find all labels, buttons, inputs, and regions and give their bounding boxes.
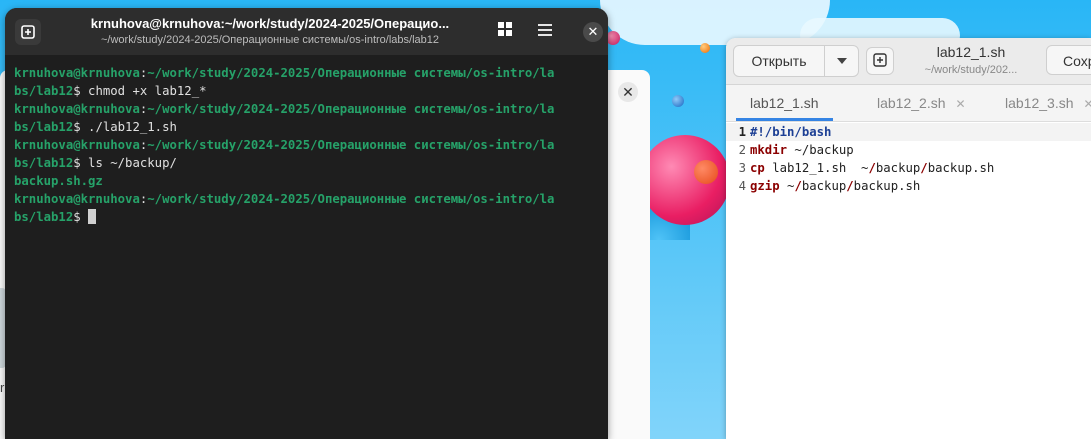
grid-icon[interactable] (493, 21, 517, 43)
open-button[interactable]: Открыть (733, 45, 859, 77)
tab-lab12-1-sh[interactable]: lab12_1.sh (736, 85, 832, 121)
code-token: #!/bin/bash (750, 125, 832, 139)
line-number: 1 (738, 125, 746, 139)
code-token: mkdir (750, 143, 788, 157)
tab-label: lab12_1.sh (750, 95, 819, 111)
terminal-line: bs/lab12$ (14, 208, 602, 226)
code-token: backup.sh (927, 161, 995, 175)
prompt-path: ~/work/study/2024-2025/Операционные сист… (147, 192, 555, 206)
close-icon[interactable]: ✕ (583, 22, 603, 42)
tab-label: lab12_3.sh (1005, 95, 1074, 111)
command-output: backup.sh.gz (14, 174, 103, 188)
wallpaper-balloon (672, 95, 684, 107)
terminal-header-bar: krnuhova@krnuhova:~/work/study/2024-2025… (5, 8, 608, 55)
open-button-label[interactable]: Открыть (734, 46, 825, 76)
code-token: ~/backup (787, 143, 854, 157)
terminal-line: krnuhova@krnuhova:~/work/study/2024-2025… (14, 64, 602, 82)
code-token: ~ (779, 179, 795, 193)
new-document-icon[interactable] (866, 47, 894, 75)
editor-tab-bar: lab12_1.sh lab12_2.sh ✕ lab12_3.sh ✕ (726, 85, 1091, 122)
text-editor-window[interactable]: Открыть lab12_1.sh ~/work/study/202... С… (726, 38, 1091, 439)
command-text: $ ls ~/backup/ (73, 156, 177, 170)
new-tab-icon[interactable] (15, 19, 41, 45)
code-token: gzip (750, 179, 780, 193)
terminal-line: krnuhova@krnuhova:~/work/study/2024-2025… (14, 100, 602, 118)
prompt-user-host: krnuhova@krnuhova (14, 192, 140, 206)
prompt-path: ~/work/study/2024-2025/Операционные сист… (147, 138, 555, 152)
chevron-down-icon[interactable] (825, 46, 858, 76)
prompt-user-host: krnuhova@krnuhova (14, 66, 140, 80)
prompt-path: bs/lab12 (14, 156, 74, 170)
editor-subtitle: ~/work/study/202... (924, 64, 1018, 76)
line-number: 3 (738, 161, 746, 175)
terminal-window[interactable]: krnuhova@krnuhova:~/work/study/2024-2025… (5, 8, 608, 439)
prompt-path: bs/lab12 (14, 84, 74, 98)
line-number-gutter: 1 2 3 4 (726, 123, 746, 195)
line-number: 4 (738, 179, 746, 193)
background-window-text: r (0, 380, 5, 395)
code-line[interactable]: mkdir ~/backup (750, 141, 994, 159)
source-text[interactable]: #!/bin/bash mkdir ~/backup cp lab12_1.sh ~… (750, 123, 994, 195)
tab-lab12-2-sh[interactable]: lab12_2.sh ✕ (877, 85, 966, 121)
terminal-line: backup.sh.gz (14, 172, 602, 190)
wallpaper-balloon (694, 160, 718, 184)
command-text: $ ./lab12_1.sh (73, 120, 177, 134)
command-text: $ chmod +x lab12_* (73, 84, 207, 98)
code-line[interactable]: cp lab12_1.sh ~/backup/backup.sh (750, 159, 994, 177)
terminal-subtitle: ~/work/study/2024-2025/Операционные сист… (100, 34, 439, 46)
code-token: backup.sh (853, 179, 921, 193)
terminal-cursor (88, 209, 97, 224)
command-text: $ (73, 210, 89, 224)
code-token: cp (750, 161, 765, 175)
prompt-path: bs/lab12 (14, 120, 74, 134)
terminal-line: krnuhova@krnuhova:~/work/study/2024-2025… (14, 136, 602, 154)
wallpaper-balloon (700, 43, 710, 53)
tab-label: lab12_2.sh (877, 95, 946, 111)
prompt-path: ~/work/study/2024-2025/Операционные сист… (147, 102, 555, 116)
code-line[interactable]: #!/bin/bash (750, 123, 994, 141)
line-number: 2 (738, 143, 746, 157)
code-token: / (846, 179, 854, 193)
code-token: / (868, 161, 876, 175)
close-icon[interactable]: ✕ (618, 82, 638, 102)
tab-lab12-3-sh[interactable]: lab12_3.sh ✕ (1005, 85, 1091, 121)
prompt-path: ~/work/study/2024-2025/Операционные сист… (147, 66, 555, 80)
code-line[interactable]: gzip ~/backup/backup.sh (750, 177, 994, 195)
code-token: / (920, 161, 928, 175)
code-token: / (794, 179, 802, 193)
terminal-line: bs/lab12$ ls ~/backup/ (14, 154, 602, 172)
code-token: backup (801, 179, 847, 193)
wallpaper-balloon (640, 135, 730, 225)
terminal-line: bs/lab12$ chmod +x lab12_* (14, 82, 602, 100)
editor-title: lab12_1.sh (936, 44, 1006, 60)
code-token: lab12_1.sh ~ (764, 161, 869, 175)
close-tab-icon[interactable]: ✕ (956, 97, 966, 111)
terminal-output[interactable]: krnuhova@krnuhova:~/work/study/2024-2025… (14, 64, 602, 226)
hamburger-menu-icon[interactable] (533, 21, 557, 43)
code-token: backup (875, 161, 921, 175)
terminal-line: krnuhova@krnuhova:~/work/study/2024-2025… (14, 190, 602, 208)
terminal-line: bs/lab12$ ./lab12_1.sh (14, 118, 602, 136)
prompt-user-host: krnuhova@krnuhova (14, 102, 140, 116)
save-button[interactable]: Сохр (1046, 45, 1091, 75)
close-tab-icon[interactable]: ✕ (1084, 97, 1091, 111)
editor-header-bar: Открыть lab12_1.sh ~/work/study/202... С… (726, 38, 1091, 85)
prompt-user-host: krnuhova@krnuhova (14, 138, 140, 152)
terminal-title: krnuhova@krnuhova:~/work/study/2024-2025… (90, 16, 450, 31)
prompt-path: bs/lab12 (14, 210, 74, 224)
wallpaper-balloon (606, 31, 620, 45)
